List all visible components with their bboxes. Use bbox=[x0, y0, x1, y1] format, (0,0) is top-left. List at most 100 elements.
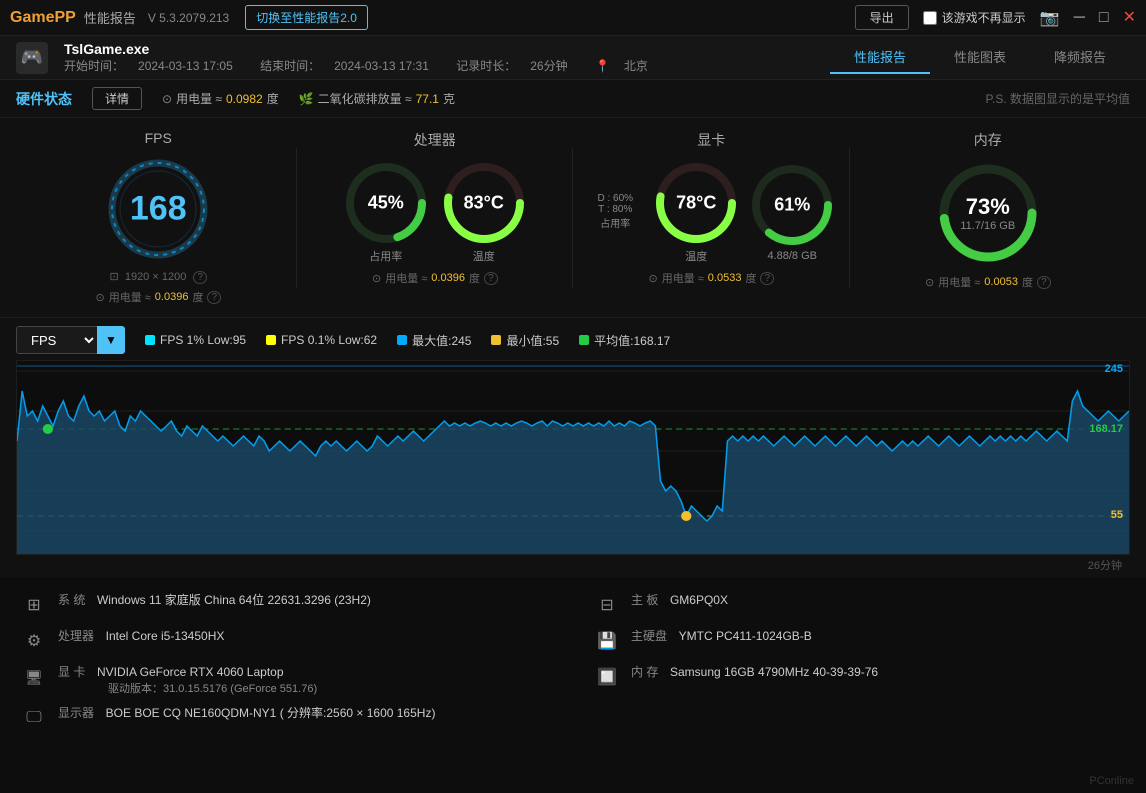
gameinfo-bar: 🎮 TslGame.exe 开始时间：2024-03-13 17:05 结束时间… bbox=[0, 36, 1146, 80]
mobo-val: GM6PQ0X bbox=[670, 593, 728, 607]
display-info-icon: 🖵 bbox=[20, 704, 48, 732]
display-help-icon[interactable]: ? bbox=[193, 271, 207, 284]
legend-label-fps1pct: FPS 1% Low:95 bbox=[160, 333, 246, 347]
ssd-val: YMTC PC411-1024GB-B bbox=[679, 629, 812, 643]
sysinfo-os: ⊞ 系 统 Windows 11 家庭版 China 64位 22631.329… bbox=[20, 587, 553, 623]
cpu-power-icon: ⊙ bbox=[372, 272, 381, 285]
power-value: 0.0982 bbox=[226, 92, 263, 106]
power-unit: 度 bbox=[267, 90, 279, 107]
titlebar-version: V 5.3.2079.213 bbox=[148, 11, 229, 25]
fps-display-info: ⊡ 1920 × 1200 ? bbox=[110, 270, 207, 283]
cpu-dual-gauge: 45% 占用率 83°C 温度 bbox=[341, 158, 529, 264]
ram-power-row: ⊙ 用电量 ≈ 0.0053 度 ? bbox=[925, 274, 1051, 290]
close-button[interactable]: ✕ bbox=[1123, 10, 1136, 26]
pcol-watermark: PConline bbox=[1089, 775, 1134, 787]
export-button[interactable]: 导出 bbox=[855, 5, 909, 30]
cpu-key-val: 处理器 Intel Core i5-13450HX bbox=[58, 627, 224, 644]
chart-min-label: 55 bbox=[1111, 509, 1123, 521]
co2-stat: 🌿 二氧化碳排放量 ≈ 77.1 克 bbox=[299, 90, 455, 107]
end-label: 结束时间： bbox=[260, 59, 320, 73]
ram-gauge-wrap: 73% 11.7/16 GB bbox=[933, 158, 1043, 268]
gpu-metric: 显卡 D : 60% T : 80% 占用率 78°C bbox=[573, 130, 850, 305]
ram-info-val: Samsung 16GB 4790MHz 40-39-39-76 bbox=[670, 665, 878, 679]
display-resolution: 1920 × 1200 bbox=[125, 271, 186, 283]
ram-power-val: 0.0053 bbox=[984, 276, 1018, 288]
fps-power-unit: 度 bbox=[192, 289, 203, 305]
gpu-temp-sub: 温度 bbox=[651, 248, 741, 264]
cpu-label: 处理器 bbox=[414, 130, 456, 150]
cpu-power-unit: 度 bbox=[469, 270, 480, 286]
gpu-usage-info: D : 60% T : 80% 占用率 bbox=[585, 193, 645, 230]
gpu-usage-sub: 占用率 bbox=[585, 215, 645, 230]
sysinfo-left: ⊞ 系 统 Windows 11 家庭版 China 64位 22631.329… bbox=[20, 587, 553, 736]
gpu-power-icon: ⊙ bbox=[648, 272, 657, 285]
chart-area: 245 168.17 55 bbox=[16, 360, 1130, 555]
os-icon: ⊞ bbox=[20, 591, 48, 619]
display-icon: ⊡ bbox=[110, 271, 119, 283]
cpu-info-val: Intel Core i5-13450HX bbox=[106, 629, 225, 643]
cpu-power-help[interactable]: ? bbox=[484, 272, 498, 285]
gpu-info-key: 显 卡 bbox=[58, 665, 85, 679]
legend-fps01pct: FPS 0.1% Low:62 bbox=[266, 333, 377, 347]
legend-dot-min bbox=[491, 335, 501, 345]
game-avatar: 🎮 bbox=[16, 42, 48, 74]
ram-power-label: 用电量 ≈ bbox=[938, 274, 980, 290]
chart-section: FPS 处理器 显卡 内存 ▼ FPS 1% Low:95 FPS 0.1% L… bbox=[0, 318, 1146, 577]
detail-button[interactable]: 详情 bbox=[92, 87, 142, 110]
sysinfo-right: ⊟ 主 板 GM6PQ0X 💾 主硬盘 YMTC PC411-1024GB-B … bbox=[593, 587, 1126, 736]
minimize-button[interactable]: ─ bbox=[1074, 10, 1085, 26]
hw-status-title: 硬件状态 bbox=[16, 89, 72, 109]
cpu-usage-gauge: 45% 占用率 bbox=[341, 158, 431, 264]
cpu-metric: 处理器 45% 占用率 bbox=[297, 130, 574, 305]
titlebar-right: 导出 该游戏不再显示 📷 ─ □ ✕ bbox=[855, 5, 1136, 30]
gpu-d-val: D : 60% bbox=[585, 193, 645, 204]
legend-dot-fps1pct bbox=[145, 335, 155, 345]
no-show-label: 该游戏不再显示 bbox=[923, 9, 1026, 26]
power-label: 用电量 ≈ bbox=[176, 90, 222, 107]
co2-label: 二氧化碳排放量 ≈ bbox=[318, 90, 412, 107]
os-key: 系 统 bbox=[58, 593, 85, 607]
switch-report-button[interactable]: 切换至性能报告2.0 bbox=[245, 5, 368, 30]
sysinfo-display: 🖵 显示器 BOE BOE CQ NE160QDM-NY1 ( 分辨率:2560… bbox=[20, 700, 553, 736]
gpu-temp-val: 78°C bbox=[676, 193, 716, 214]
legend-label-avg: 平均值:168.17 bbox=[594, 332, 670, 349]
camera-icon[interactable]: 📷 bbox=[1040, 8, 1060, 28]
tab-reduce-report[interactable]: 降频报告 bbox=[1030, 41, 1130, 74]
gpu-power-label: 用电量 ≈ bbox=[662, 270, 704, 286]
nav-tabs: 性能报告 性能图表 降频报告 bbox=[830, 41, 1130, 74]
sysinfo-mobo: ⊟ 主 板 GM6PQ0X bbox=[593, 587, 1126, 623]
titlebar: GamePP 性能报告 V 5.3.2079.213 切换至性能报告2.0 导出… bbox=[0, 0, 1146, 36]
sysinfo-gpu: 🖥 显 卡 NVIDIA GeForce RTX 4060 Laptop 驱动版… bbox=[20, 659, 553, 700]
ssd-key-val: 主硬盘 YMTC PC411-1024GB-B bbox=[631, 627, 812, 644]
metric-select[interactable]: FPS 处理器 显卡 内存 bbox=[16, 326, 97, 354]
fps-power-row: ⊙ 用电量 ≈ 0.0396 度 ? bbox=[95, 289, 221, 305]
fps-power-icon: ⊙ bbox=[95, 291, 104, 304]
legend-label-max: 最大值:245 bbox=[412, 332, 471, 349]
maximize-button[interactable]: □ bbox=[1099, 10, 1109, 26]
tab-perf-report[interactable]: 性能报告 bbox=[830, 41, 930, 74]
dropdown-button[interactable]: ▼ bbox=[97, 326, 125, 354]
ram-power-help[interactable]: ? bbox=[1037, 276, 1051, 289]
mobo-key-val: 主 板 GM6PQ0X bbox=[631, 591, 728, 608]
co2-icon: 🌿 bbox=[299, 92, 314, 106]
end-time: 2024-03-13 17:31 bbox=[334, 59, 429, 73]
gpu-vram-val: 61% bbox=[774, 195, 810, 216]
ram-key-val: 内 存 Samsung 16GB 4790MHz 40-39-39-76 bbox=[631, 663, 878, 680]
game-meta: 开始时间：2024-03-13 17:05 结束时间：2024-03-13 17… bbox=[64, 57, 662, 74]
cpu-temp-val: 83°C bbox=[464, 193, 504, 214]
fps-power-help[interactable]: ? bbox=[207, 291, 221, 304]
ram-label: 内存 bbox=[974, 130, 1002, 150]
cpu-temp-gauge: 83°C 温度 bbox=[439, 158, 529, 264]
cpu-power-val: 0.0396 bbox=[431, 272, 465, 284]
legend-dot-max bbox=[397, 335, 407, 345]
chart-controls: FPS 处理器 显卡 内存 ▼ FPS 1% Low:95 FPS 0.1% L… bbox=[16, 326, 1130, 354]
tab-perf-chart[interactable]: 性能图表 bbox=[930, 41, 1030, 74]
start-time: 2024-03-13 17:05 bbox=[138, 59, 233, 73]
titlebar-title: 性能报告 bbox=[84, 8, 136, 27]
gpu-power-help[interactable]: ? bbox=[760, 272, 774, 285]
gpu-t-val: T : 80% bbox=[585, 204, 645, 215]
no-show-checkbox[interactable] bbox=[923, 11, 937, 25]
hw-status-bar: 硬件状态 详情 ⊙ 用电量 ≈ 0.0982 度 🌿 二氧化碳排放量 ≈ 77.… bbox=[0, 80, 1146, 118]
ram-icon: 🔲 bbox=[593, 663, 621, 691]
legend-dot-fps01pct bbox=[266, 335, 276, 345]
